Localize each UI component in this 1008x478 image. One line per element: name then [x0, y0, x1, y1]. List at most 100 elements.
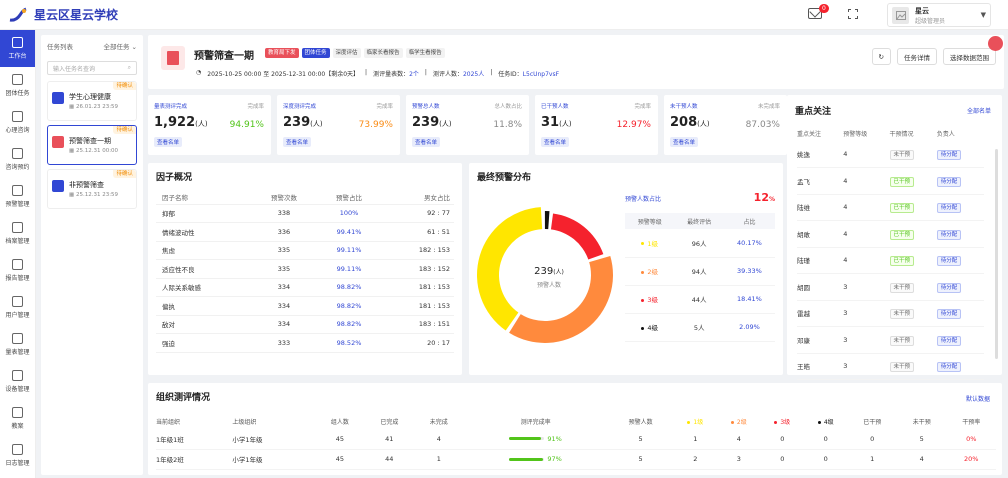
view-list-button[interactable]: 查看名单: [412, 137, 441, 147]
task-search-input[interactable]: 输入任务名查询 ⌕: [47, 61, 137, 75]
task-chip: 临学生看报告: [405, 48, 445, 58]
nav-item-3[interactable]: 咨询预约: [0, 141, 35, 178]
people-count[interactable]: 2025人: [463, 71, 484, 78]
fullscreen-icon[interactable]: [848, 8, 858, 19]
intervention-status: 未干预: [889, 282, 915, 293]
view-list-button[interactable]: 查看名单: [283, 137, 312, 147]
assistant-icon[interactable]: [988, 36, 1003, 51]
task-chip: 临家长看报告: [363, 48, 403, 58]
nav-item-label: 日志管理: [5, 460, 30, 467]
table-cell: 0: [760, 449, 804, 470]
focus-more-link[interactable]: 全部名单: [967, 106, 991, 115]
assign-button[interactable]: 待分配: [936, 309, 962, 320]
assign-button[interactable]: 待分配: [936, 176, 962, 187]
table-cell: 0: [804, 449, 848, 470]
nav-item-4[interactable]: 预警管理: [0, 178, 35, 215]
stat-label: 未干预人数: [670, 104, 698, 110]
nav-item-10[interactable]: 教案: [0, 400, 35, 437]
percent-cell: 40.17%: [723, 229, 775, 258]
folder-icon: [12, 222, 23, 233]
donut-slice-level-3[interactable]: [550, 213, 604, 260]
column-header: 2级: [717, 413, 760, 429]
student-name: 雷越: [797, 300, 844, 327]
intervention-status: 未干预: [889, 335, 915, 346]
task-item[interactable]: 待确认 学生心理健康 ▦ 26.01.23 23:59: [47, 81, 137, 121]
distribution-panel: 最终预警分布 239(人) 预警人数 预警人数占比 12% 预警等级 最终评估 占比…: [469, 163, 783, 375]
table-cell: 4: [414, 429, 464, 450]
assign-button[interactable]: 待分配: [936, 282, 962, 293]
nav-item-11[interactable]: 日志管理: [0, 437, 35, 474]
stat-rate-label: 总人数占比: [494, 104, 522, 110]
refresh-button[interactable]: ↻: [871, 48, 891, 65]
task-detail-button[interactable]: 任务详情: [897, 48, 937, 65]
table-row: 胡敢 4 已干预 待分配: [797, 220, 984, 248]
view-list-button[interactable]: 查看名单: [154, 137, 183, 147]
view-list-button[interactable]: 查看名单: [670, 137, 699, 147]
task-header: 预警筛查一期 教育局下发 团体任务 深度评估 临家长看报告 临学生看报告 ◔ 2025-…: [148, 35, 1004, 89]
stat-label: 预警总人数: [412, 104, 440, 110]
nav-item-7[interactable]: 用户管理: [0, 289, 35, 326]
nav-item-0[interactable]: 工作台: [0, 30, 35, 67]
count-cell: 5人: [674, 313, 724, 342]
table-cell: 抑郁: [156, 204, 254, 223]
stat-percent: 11.8%: [493, 120, 522, 130]
warning-level: 4: [843, 194, 890, 221]
task-item-date: ▦ 25.12.31 23:59: [69, 192, 119, 198]
donut-slice-level-4[interactable]: [544, 211, 550, 230]
assign-button[interactable]: 待分配: [936, 335, 962, 346]
nav-item-6[interactable]: 报告管理: [0, 252, 35, 289]
student-name: 胡敢: [797, 220, 844, 248]
task-filter-dropdown[interactable]: 全部任务 ⌄: [103, 41, 137, 51]
assign-button[interactable]: 待分配: [936, 229, 962, 240]
table-cell: 334: [254, 315, 314, 334]
task-type-icon: [52, 92, 64, 104]
app-logo[interactable]: 星云区星云学校: [8, 6, 118, 23]
column-header: 组人数: [330, 418, 349, 426]
group-icon: [12, 74, 23, 85]
user-menu[interactable]: 星云 超级管理员 ▼: [887, 3, 991, 27]
select-range-button[interactable]: 选择数据范围: [943, 48, 996, 65]
stat-value: 208(人): [670, 115, 710, 130]
table-cell: 338: [254, 204, 314, 223]
nav-item-5[interactable]: 档案管理: [0, 215, 35, 252]
nav-item-8[interactable]: 量表管理: [0, 326, 35, 363]
view-list-button[interactable]: 查看名单: [541, 137, 570, 147]
scrollbar[interactable]: [995, 149, 998, 359]
table-cell: 1: [673, 429, 718, 450]
chat-icon: [12, 111, 23, 122]
assign-button[interactable]: 待分配: [936, 256, 962, 267]
nav-item-label: 报告管理: [5, 275, 30, 282]
column-header: 测评完成率: [520, 418, 551, 426]
table-row: 人际关系敏感 334 98.82% 181 : 153: [156, 278, 454, 297]
task-item[interactable]: 待确认 非预警筛查 ▦ 25.12.31 23:59: [47, 169, 137, 209]
table-cell: 92 : 77: [384, 204, 454, 223]
nav-item-label: 教案: [11, 423, 24, 430]
nav-item-2[interactable]: 心理咨询: [0, 104, 35, 141]
factor-panel: 因子概况 因子名称 预警次数 预警占比 男女占比 抑郁 338 100% 92 : 7…: [148, 163, 462, 375]
assign-button[interactable]: 待分配: [936, 150, 962, 160]
table-row: 抑郁 338 100% 92 : 77: [156, 204, 454, 223]
nav-item-1[interactable]: 团体任务: [0, 67, 35, 104]
student-name: 姚逸: [797, 141, 844, 168]
assign-button[interactable]: 待分配: [936, 362, 962, 373]
task-date-range: 2025-10-25 00:00 至 2025-12-31 00:00【剩余0天…: [207, 71, 360, 78]
mail-icon[interactable]: 0: [808, 4, 829, 19]
task-item[interactable]: 待确认 预警筛查一期 ▦ 25.12.31 00:00: [47, 125, 137, 165]
stat-label: 深度测评完成: [283, 104, 317, 110]
intervention-status: 未干预: [889, 309, 915, 320]
clock-icon: ◔: [196, 69, 202, 76]
nav-item-9[interactable]: 设备管理: [0, 363, 35, 400]
warning-level: 3: [843, 326, 890, 354]
assign-button[interactable]: 待分配: [936, 203, 962, 214]
stat-card: 量表测评完成 完成率 1,922(人) 94.91% 查看名单: [148, 95, 271, 155]
table-cell: 适应性不良: [156, 259, 254, 279]
percent-cell: 39.33%: [723, 257, 775, 286]
org-default-data-link[interactable]: 默认数据: [966, 394, 990, 403]
scale-count[interactable]: 2个: [409, 71, 419, 78]
student-name: 孟飞: [797, 167, 844, 195]
task-list-panel: 任务列表 全部任务 ⌄ 输入任务名查询 ⌕ 待确认 学生心理健康 ▦ 26.01.23…: [41, 35, 143, 475]
intervention-status: 已干预: [889, 203, 915, 214]
report-icon: [12, 259, 23, 270]
table-row: 3级 44人 18.41%: [625, 285, 775, 314]
table-row: 胡圆 3 未干预 待分配: [797, 273, 984, 301]
